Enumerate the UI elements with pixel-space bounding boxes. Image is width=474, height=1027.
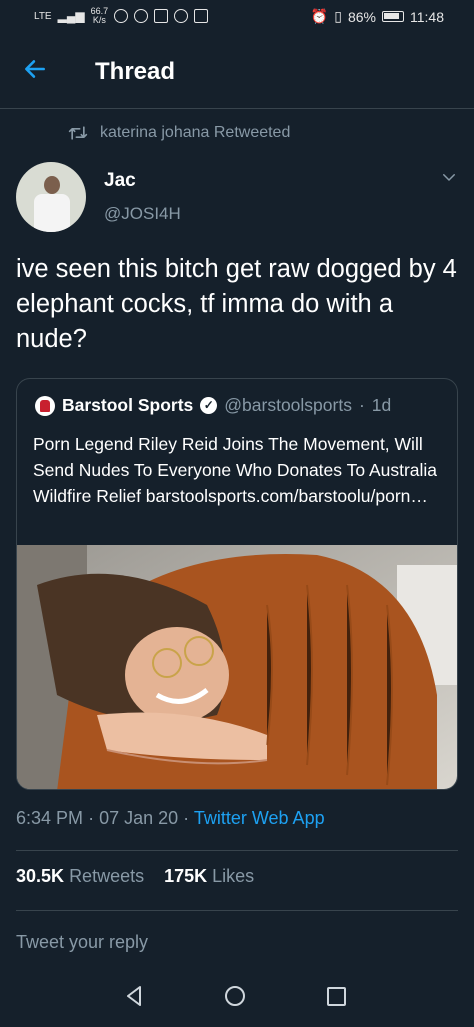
instagram-icon	[114, 9, 129, 23]
battery-percent: 86%	[347, 8, 376, 25]
retweets-count: 30.5K	[16, 866, 65, 886]
quoted-tweet[interactable]: Barstool Sports ✓ @barstoolsports · 1d P…	[16, 378, 458, 790]
barstool-logo-icon	[35, 395, 55, 416]
retweet-icon	[68, 126, 88, 140]
clock: 11:48	[410, 8, 444, 25]
carrier-label: LTE	[34, 10, 52, 22]
arrow-left-icon	[25, 60, 45, 78]
chat-icon	[134, 9, 149, 23]
likes-label: Likes	[212, 866, 255, 886]
image-icon	[154, 9, 169, 23]
page-title: Thread	[95, 58, 176, 85]
tweet-menu-button[interactable]	[440, 168, 458, 191]
retweet-label: katerina johana Retweeted	[100, 124, 291, 141]
user-handle[interactable]: @JOSI4H	[104, 204, 181, 224]
system-nav-bar	[0, 966, 474, 1027]
vibrate-icon: ▯	[334, 8, 342, 24]
divider	[16, 910, 458, 911]
divider	[16, 850, 458, 851]
net-speed: 66.7 K/s	[90, 6, 109, 25]
timestamp-separator: ·	[183, 808, 190, 828]
signal-icon: ▂▄▆	[57, 9, 85, 23]
quote-text: Porn Legend Riley Reid Joins The Movemen…	[33, 434, 438, 506]
tweet-time: 6:34 PM	[16, 808, 84, 828]
game-icon	[194, 9, 209, 23]
status-bar: LTE ▂▄▆ 66.7 K/s ⏰ ▯ 86% 11:48	[0, 0, 474, 36]
retweet-context[interactable]: katerina johana Retweeted	[68, 124, 290, 142]
retweets-stat[interactable]: 30.5K Retweets	[16, 866, 144, 887]
display-name[interactable]: Jac	[104, 170, 136, 192]
nav-home-icon[interactable]	[225, 986, 245, 1006]
facebook-icon	[174, 9, 189, 23]
battery-icon	[382, 11, 404, 22]
quote-separator: ·	[358, 395, 365, 415]
timestamp-separator: ·	[88, 808, 95, 828]
tweet-text: ive seen this bitch get raw dogged by 4 …	[16, 255, 457, 353]
tweet-timestamp: 6:34 PM · 07 Jan 20 · Twitter Web App	[16, 808, 325, 829]
back-button[interactable]	[22, 56, 52, 86]
nav-back-icon[interactable]	[122, 984, 146, 1008]
verified-badge-icon: ✓	[200, 397, 218, 414]
chevron-down-icon	[443, 174, 455, 181]
tweet-stats: 30.5K Retweets 175K Likes	[16, 866, 254, 887]
avatar[interactable]	[16, 162, 86, 232]
likes-count: 175K	[164, 866, 208, 886]
tweet-source-link[interactable]: Twitter Web App	[194, 808, 325, 828]
quote-time: 1d	[371, 395, 392, 415]
alarm-icon: ⏰	[310, 8, 329, 24]
quote-author-handle: @barstoolsports	[224, 395, 352, 415]
tweet-date: 07 Jan 20	[99, 808, 179, 828]
header: Thread	[0, 36, 474, 109]
nav-recent-apps-icon[interactable]	[327, 987, 346, 1006]
quote-author-name: Barstool Sports	[62, 395, 194, 415]
quote-image[interactable]	[17, 545, 457, 790]
likes-stat[interactable]: 175K Likes	[164, 866, 254, 887]
reply-input[interactable]: Tweet your reply	[16, 932, 148, 953]
retweets-label: Retweets	[69, 866, 145, 886]
